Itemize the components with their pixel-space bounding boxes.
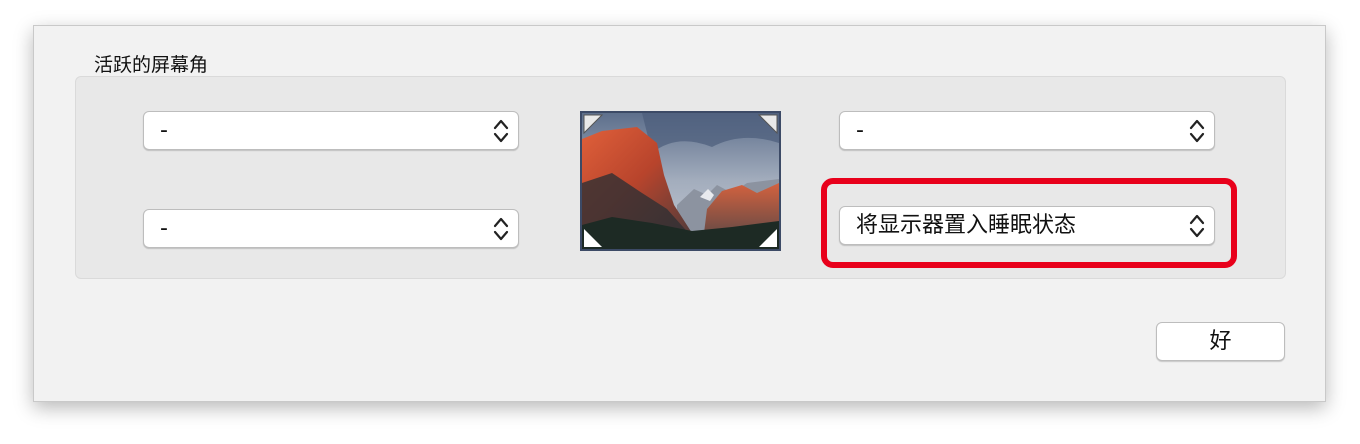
chevron-up-down-icon (493, 217, 509, 241)
bottom-right-corner-value: 将显示器置入睡眠状态 (856, 213, 1077, 238)
chevron-up-down-icon (1189, 214, 1205, 238)
section-title: 活跃的屏幕角 (94, 54, 209, 76)
bottom-left-corner-popup[interactable]: - (143, 209, 519, 248)
bottom-left-corner-value: - (160, 216, 168, 241)
top-right-corner-value: - (856, 118, 864, 143)
bottom-right-corner-popup[interactable]: 将显示器置入睡眠状态 (839, 206, 1215, 245)
top-right-corner-popup[interactable]: - (839, 111, 1215, 150)
chevron-up-down-icon (493, 119, 509, 143)
top-left-corner-value: - (160, 118, 168, 143)
el-capitan-wallpaper-image (582, 113, 779, 249)
chevron-up-down-icon (1189, 119, 1205, 143)
ok-button[interactable]: 好 (1156, 322, 1285, 361)
screen-preview-image (580, 111, 781, 251)
top-left-corner-popup[interactable]: - (143, 111, 519, 150)
hot-corners-sheet: 活跃的屏幕角 - - - 将显示器置入睡眠状态 好 (33, 25, 1326, 402)
